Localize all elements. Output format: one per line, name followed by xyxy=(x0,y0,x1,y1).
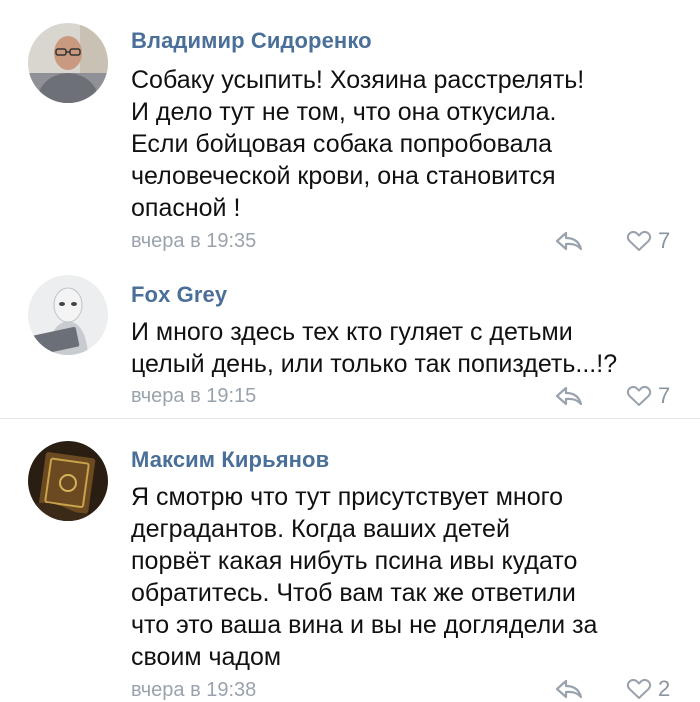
like-button[interactable]: 2 xyxy=(626,676,671,701)
heart-outline-icon xyxy=(626,230,652,251)
heart-outline-icon xyxy=(626,385,652,406)
like-button[interactable]: 7 xyxy=(626,228,671,253)
comment-text-line: своим чадом xyxy=(131,643,282,671)
comment-text-line: деградантов. Когда ваших детей xyxy=(131,515,510,543)
comment-text-line: обратитесь. Чтоб вам так же ответили xyxy=(131,579,576,607)
comment-text: И много здесь тех кто гуляет с детьми це… xyxy=(131,316,691,380)
avatar[interactable] xyxy=(28,441,108,521)
like-button[interactable]: 7 xyxy=(626,383,671,408)
avatar[interactable] xyxy=(28,23,108,103)
comment-text-line: И много здесь тех кто гуляет с детьми xyxy=(131,318,573,346)
like-count: 7 xyxy=(658,383,671,408)
reply-arrow-icon[interactable] xyxy=(554,678,584,700)
reply-arrow-icon[interactable] xyxy=(554,385,584,407)
comment-date[interactable]: вчера в 19:35 xyxy=(131,230,256,253)
comment-text: Я смотрю что тут присутствует много дегр… xyxy=(131,481,691,673)
comment-text-line: человеческой крови, она становится xyxy=(131,162,556,190)
comment-author[interactable]: Fox Grey xyxy=(131,282,227,308)
comment-text-line: порвёт какая нибуть псина ивы кудато xyxy=(131,547,578,575)
comment-text-line: целый день, или только так попиздеть...!… xyxy=(131,350,618,378)
comment-text-line: Я смотрю что тут присутствует много xyxy=(131,483,564,511)
avatar[interactable] xyxy=(28,275,108,355)
comment-date[interactable]: вчера в 19:38 xyxy=(131,679,256,702)
like-count: 7 xyxy=(658,228,671,253)
comment-text-line: И дело тут не том, что она откусила. xyxy=(131,98,557,126)
comment-text-line: Собаку усыпить! Хозяина расстрелять! xyxy=(131,66,585,94)
like-count: 2 xyxy=(658,676,671,701)
comment-author[interactable]: Владимир Сидоренко xyxy=(131,28,372,54)
comment-item: Максим Кирьянов Я смотрю что тут присутс… xyxy=(0,419,700,702)
heart-outline-icon xyxy=(626,678,652,699)
comment-text: Собаку усыпить! Хозяина расстрелять! И д… xyxy=(131,64,691,224)
comment-text-line: Если бойцовая собака попробовала xyxy=(131,130,552,158)
comment-item: Fox Grey И много здесь тех кто гуляет с … xyxy=(0,262,700,420)
comment-text-line: что это ваша вина и вы не доглядели за xyxy=(131,611,598,639)
comment-text-line: опасной ! xyxy=(131,194,241,222)
reply-arrow-icon[interactable] xyxy=(554,230,584,252)
comment-item: Владимир Сидоренко Собаку усыпить! Хозяи… xyxy=(0,0,700,262)
comment-author[interactable]: Максим Кирьянов xyxy=(131,447,329,473)
comment-date[interactable]: вчера в 19:15 xyxy=(131,385,256,408)
